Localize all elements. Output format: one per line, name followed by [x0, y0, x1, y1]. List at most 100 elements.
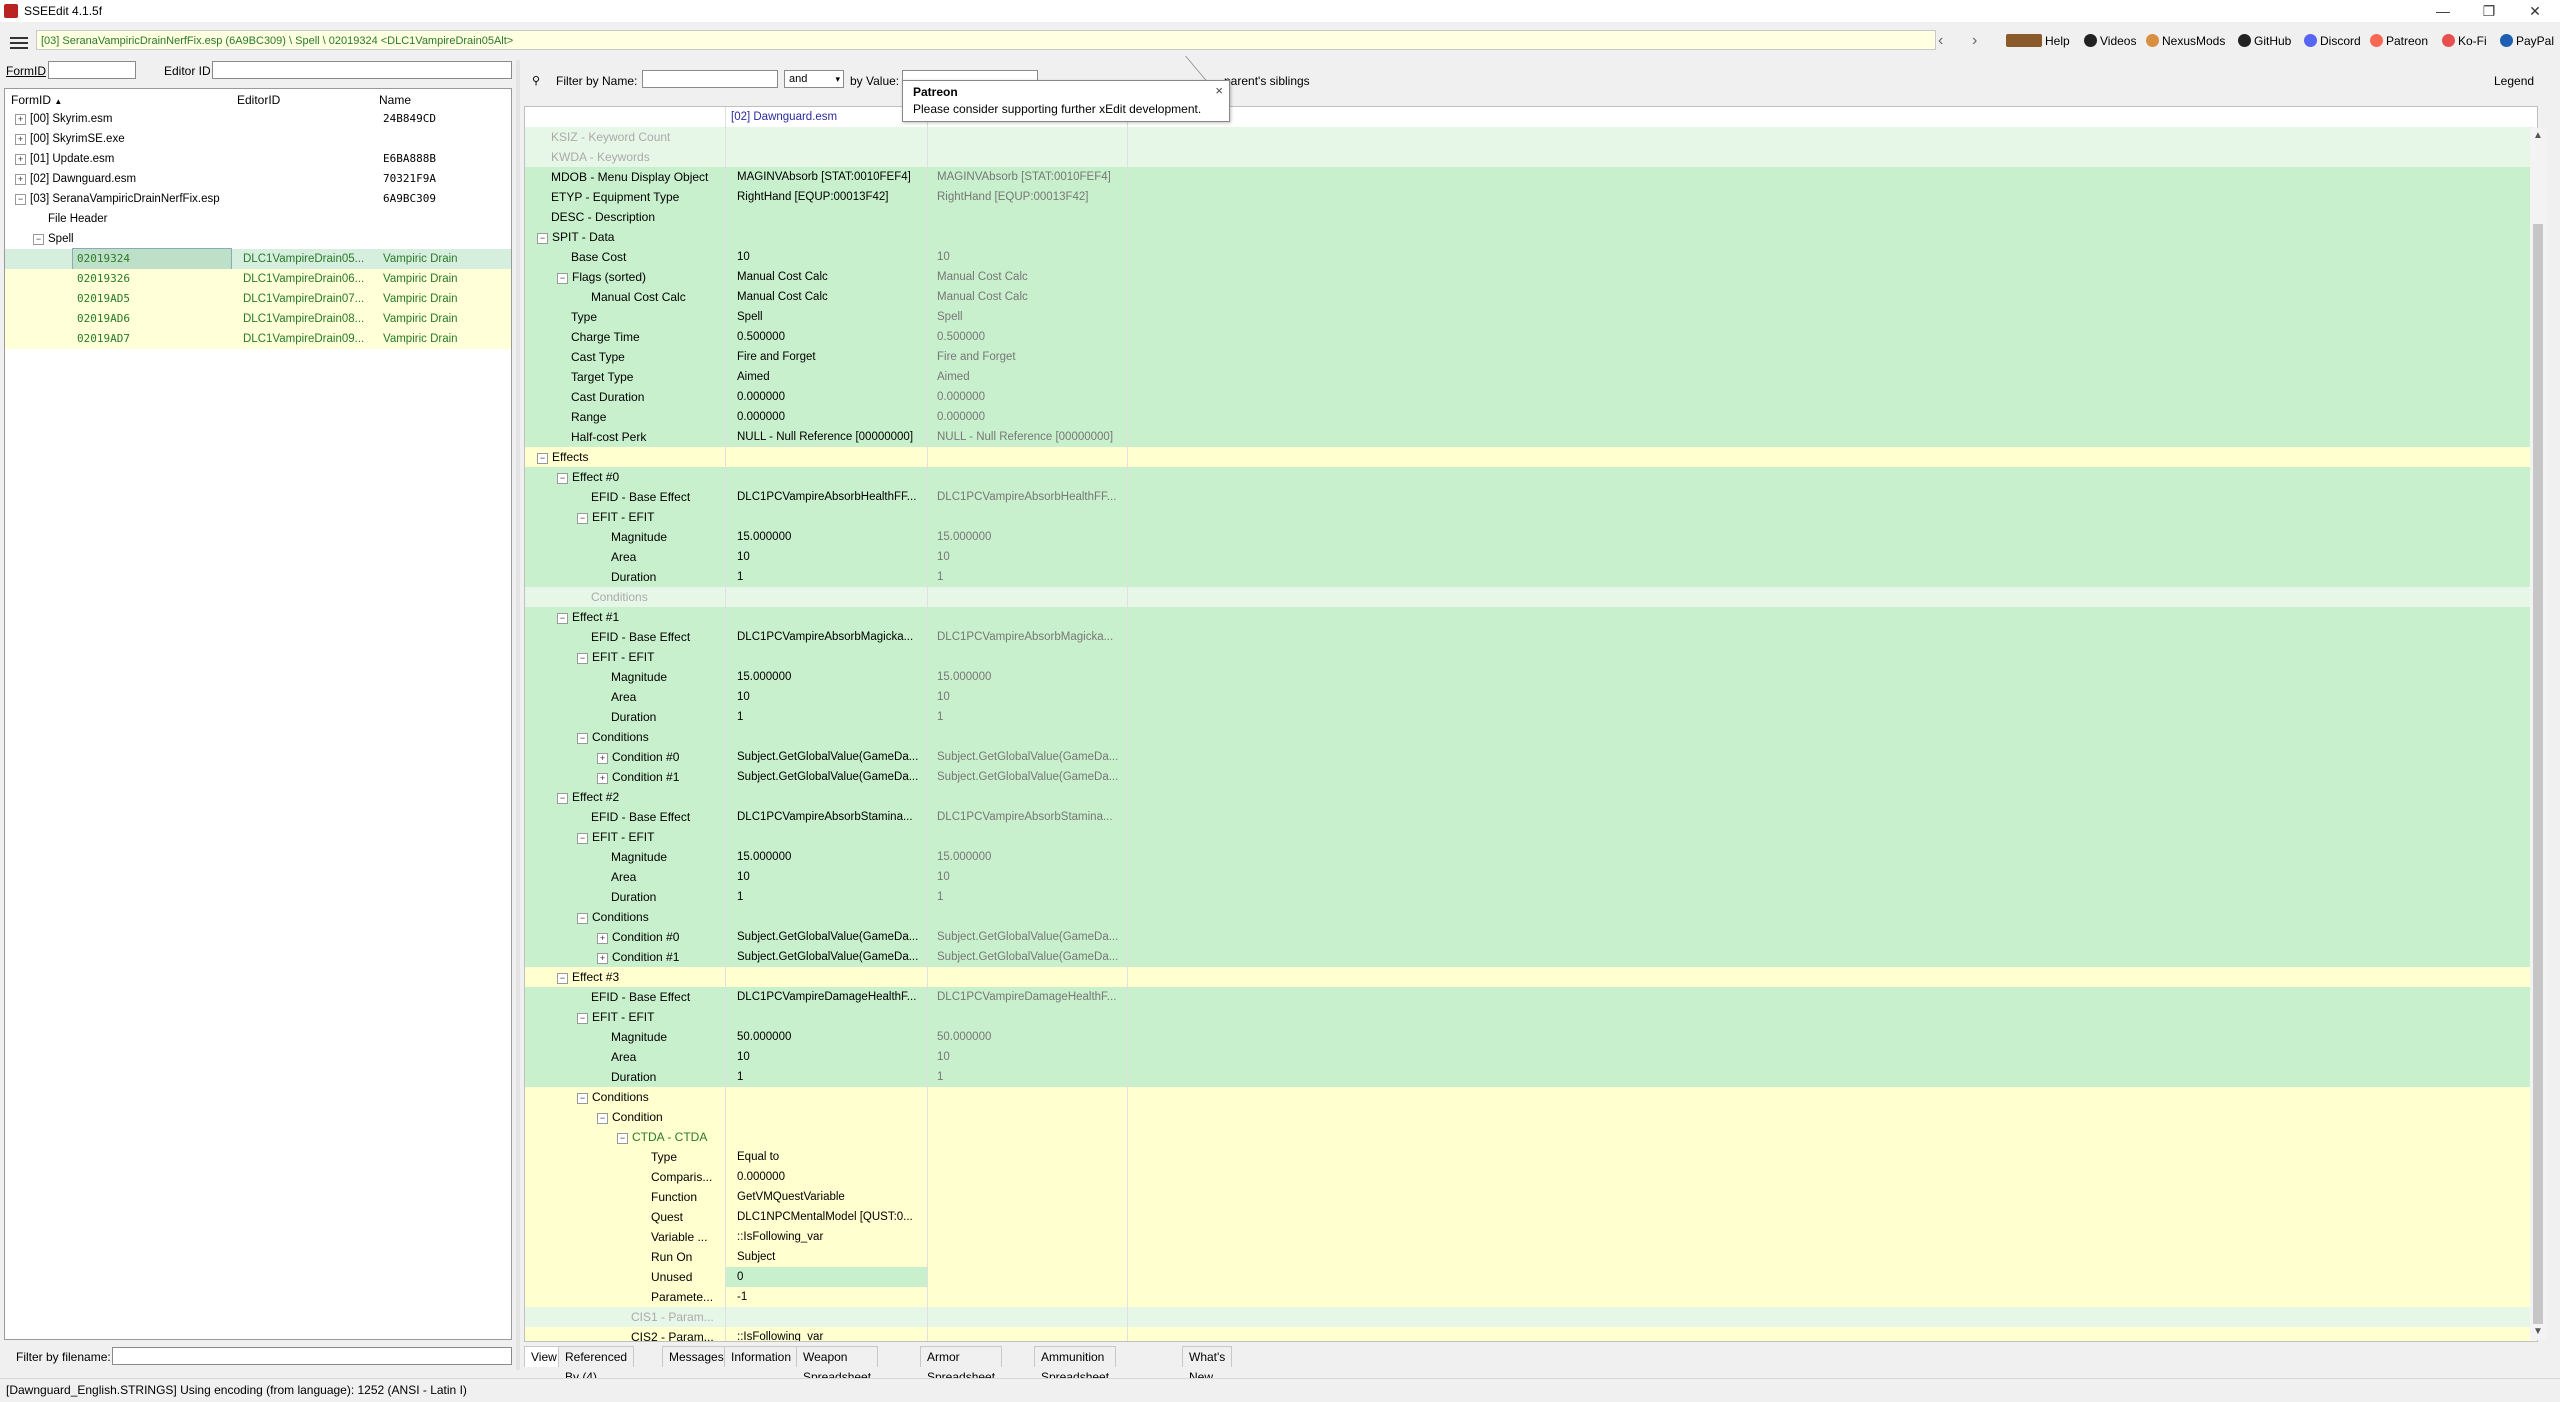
collapse-icon[interactable]: − — [557, 613, 568, 624]
collapse-icon[interactable]: − — [33, 234, 44, 245]
tab-messages[interactable]: Messages — [662, 1346, 731, 1367]
field-value-master[interactable]: Spell — [937, 307, 963, 327]
tab-what-s-new[interactable]: What's New — [1182, 1346, 1233, 1384]
grid-row[interactable]: − Effect #2 — [525, 787, 2535, 807]
field-value-override[interactable]: MAGINVAbsorb [STAT:0010FEF4] — [737, 167, 911, 187]
grid-row[interactable]: EFID - Base Effect DLC1PCVampireAbsorbMag… — [525, 627, 2535, 647]
grid-row[interactable]: − Conditions — [525, 727, 2535, 747]
grid-row[interactable]: Conditions — [525, 587, 2535, 607]
grid-row[interactable]: − CTDA - CTDA — [525, 1127, 2535, 1147]
grid-row[interactable]: Type Spell Spell — [525, 307, 2535, 327]
expand-icon[interactable]: + — [597, 773, 608, 784]
field-value-override[interactable]: 1 — [737, 887, 743, 907]
grid-row[interactable]: CIS2 - Param...::IsFollowing_var — [525, 1327, 2535, 1341]
field-value-master[interactable]: Manual Cost Calc — [937, 267, 1028, 287]
record-row[interactable]: 02019324 DLC1VampireDrain05... Vampiric Dr… — [5, 248, 511, 270]
link-paypal[interactable]: PayPal — [2500, 34, 2554, 48]
grid-row[interactable]: − SPIT - Data — [525, 227, 2535, 247]
grid-row[interactable]: − EFIT - EFIT — [525, 507, 2535, 527]
grid-row[interactable]: Cast Type Fire and Forget Fire and Forget — [525, 347, 2535, 367]
expand-icon[interactable]: + — [597, 933, 608, 944]
collapse-icon[interactable]: − — [597, 1113, 608, 1124]
expand-icon[interactable]: + — [597, 953, 608, 964]
menu-icon[interactable] — [8, 34, 30, 52]
field-value-override[interactable]: ::IsFollowing_var — [737, 1227, 823, 1247]
legend-button[interactable]: Legend — [2494, 74, 2534, 88]
filter-pin-icon[interactable]: ⚲ — [532, 74, 540, 87]
field-value-master[interactable]: Aimed — [937, 367, 970, 387]
grid-row[interactable]: Half-cost Perk NULL - Null Reference [000… — [525, 427, 2535, 447]
collapse-icon[interactable]: − — [577, 733, 588, 744]
field-value-master[interactable]: Subject.GetGlobalValue(GameDa... — [937, 947, 1118, 967]
grid-row[interactable]: DESC - Description — [525, 207, 2535, 227]
field-value-override[interactable]: 50.000000 — [737, 1027, 791, 1047]
field-value-override[interactable]: Aimed — [737, 367, 770, 387]
field-value-override[interactable]: Subject — [737, 1247, 775, 1267]
grid-row[interactable]: EFID - Base Effect DLC1PCVampireDamageHea… — [525, 987, 2535, 1007]
grid-row[interactable]: Area 10 10 — [525, 867, 2535, 887]
link-discord[interactable]: Discord — [2304, 34, 2361, 48]
collapse-icon[interactable]: − — [537, 453, 548, 464]
field-value-override[interactable]: 10 — [737, 867, 750, 887]
field-value-master[interactable]: 15.000000 — [937, 527, 991, 547]
field-value-master[interactable]: MAGINVAbsorb [STAT:0010FEF4] — [937, 167, 1111, 187]
grid-row[interactable]: − Condition — [525, 1107, 2535, 1127]
link-nexusmods[interactable]: NexusMods — [2146, 34, 2225, 48]
column-name[interactable]: Name — [379, 93, 411, 107]
field-value-override[interactable]: Manual Cost Calc — [737, 267, 828, 287]
field-value-override[interactable]: Spell — [737, 307, 763, 327]
tab-referenced-by-4[interactable]: Referenced By (4) — [558, 1346, 635, 1384]
tooltip-close-icon[interactable]: × — [1215, 83, 1223, 98]
expand-icon[interactable]: + — [15, 134, 26, 145]
field-value-master[interactable]: 10 — [937, 247, 950, 267]
field-value-master[interactable]: Subject.GetGlobalValue(GameDa... — [937, 927, 1118, 947]
grid-row[interactable]: Run On Subject — [525, 1247, 2535, 1267]
grid-row[interactable]: Type Equal to — [525, 1147, 2535, 1167]
field-value-override[interactable]: NULL - Null Reference [00000000] — [737, 427, 913, 447]
grid-row[interactable]: Area 10 10 — [525, 1047, 2535, 1067]
grid-row[interactable]: − Effect #3 — [525, 967, 2535, 987]
grid-row[interactable]: Cast Duration 0.000000 0.000000 — [525, 387, 2535, 407]
tree-row[interactable]: + [01] Update.esm E6BA888B — [5, 149, 511, 169]
record-row[interactable]: 02019AD5 DLC1VampireDrain07... Vampiric Dr… — [5, 289, 511, 309]
field-value-override[interactable]: 10 — [737, 547, 750, 567]
tree-row[interactable]: + [02] Dawnguard.esm 70321F9A — [5, 169, 511, 189]
field-value-override[interactable]: DLC1PCVampireAbsorbHealthFF... — [737, 487, 916, 507]
grid-row[interactable]: Magnitude 15.000000 15.000000 — [525, 667, 2535, 687]
grid-row[interactable]: Area 10 10 — [525, 687, 2535, 707]
field-value-override[interactable]: Subject.GetGlobalValue(GameDa... — [737, 767, 918, 787]
grid-row[interactable]: Base Cost 10 10 — [525, 247, 2535, 267]
field-value-master[interactable]: NULL - Null Reference [00000000] — [937, 427, 1113, 447]
record-row[interactable]: 02019AD7 DLC1VampireDrain09... Vampiric Dr… — [5, 329, 511, 349]
field-value-override[interactable]: DLC1NPCMentalModel [QUST:0... — [737, 1207, 913, 1227]
field-value-master[interactable]: 50.000000 — [937, 1027, 991, 1047]
record-row[interactable]: 02019326 DLC1VampireDrain06... Vampiric Dr… — [5, 269, 511, 289]
field-value-override[interactable]: 10 — [737, 247, 750, 267]
tab-armor-spreadsheet[interactable]: Armor Spreadsheet — [920, 1346, 1003, 1384]
tab-ammunition-spreadsheet[interactable]: Ammunition Spreadsheet — [1034, 1346, 1117, 1384]
field-value-master[interactable]: Subject.GetGlobalValue(GameDa... — [937, 767, 1118, 787]
grid-row[interactable]: Range 0.000000 0.000000 — [525, 407, 2535, 427]
field-value-override[interactable]: DLC1PCVampireAbsorbMagicka... — [737, 627, 913, 647]
field-value-master[interactable]: 0.000000 — [937, 407, 985, 427]
field-value-master[interactable]: 10 — [937, 867, 950, 887]
expand-icon[interactable]: + — [15, 114, 26, 125]
filter-filename-input[interactable] — [112, 1347, 512, 1365]
field-value-master[interactable]: 1 — [937, 707, 943, 727]
grid-row[interactable]: − Effects — [525, 447, 2535, 467]
tree-row[interactable]: − Spell — [5, 229, 511, 249]
grid-row[interactable]: Area 10 10 — [525, 547, 2535, 567]
grid-row[interactable]: Magnitude 15.000000 15.000000 — [525, 847, 2535, 867]
field-value-override[interactable]: 1 — [737, 567, 743, 587]
field-value-override[interactable]: 1 — [737, 1067, 743, 1087]
grid-row[interactable]: − Effect #1 — [525, 607, 2535, 627]
field-value-master[interactable]: 1 — [937, 887, 943, 907]
field-value-override[interactable]: DLC1PCVampireAbsorbStamina... — [737, 807, 913, 827]
grid-row[interactable]: Quest DLC1NPCMentalModel [QUST:0... — [525, 1207, 2535, 1227]
field-value-master[interactable]: 15.000000 — [937, 667, 991, 687]
close-button[interactable]: ✕ — [2512, 0, 2558, 22]
tree-row[interactable]: − [03] SeranaVampiricDrainNerfFix.esp 6A9B… — [5, 189, 511, 209]
grid-row[interactable]: KWDA - Keywords — [525, 147, 2535, 167]
expand-icon[interactable]: + — [15, 174, 26, 185]
collapse-icon[interactable]: − — [577, 653, 588, 664]
